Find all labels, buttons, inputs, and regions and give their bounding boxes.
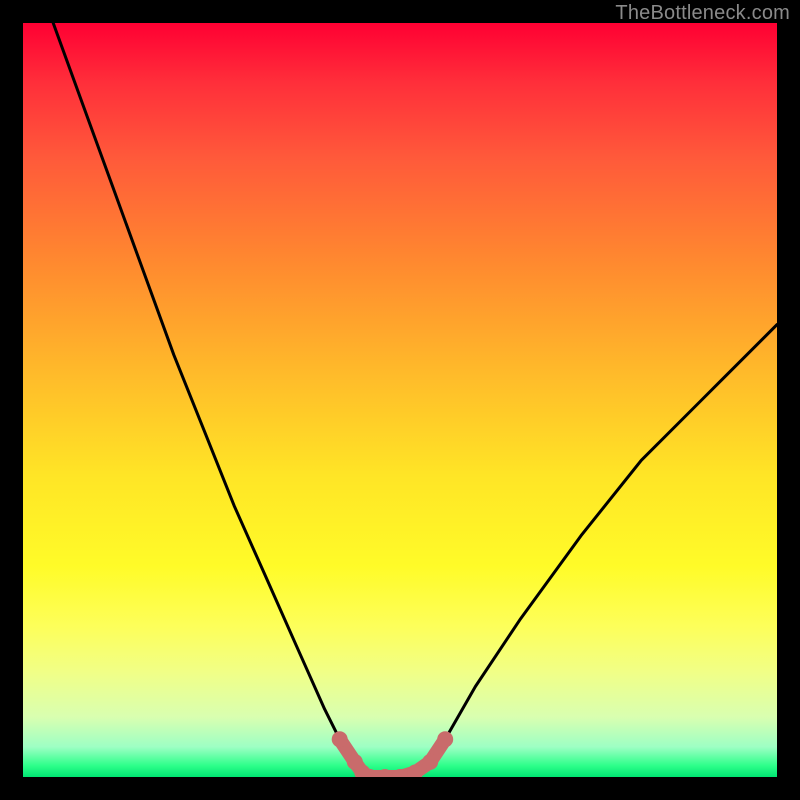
watermark-text: TheBottleneck.com (615, 2, 790, 25)
chart-frame: TheBottleneck.com (0, 0, 800, 800)
chart-svg (23, 23, 777, 777)
trough-dot (332, 731, 348, 747)
trough-dot (437, 731, 453, 747)
chart-plot-area (23, 23, 777, 777)
trough-dot (422, 754, 438, 770)
bottleneck-curve (53, 23, 777, 777)
